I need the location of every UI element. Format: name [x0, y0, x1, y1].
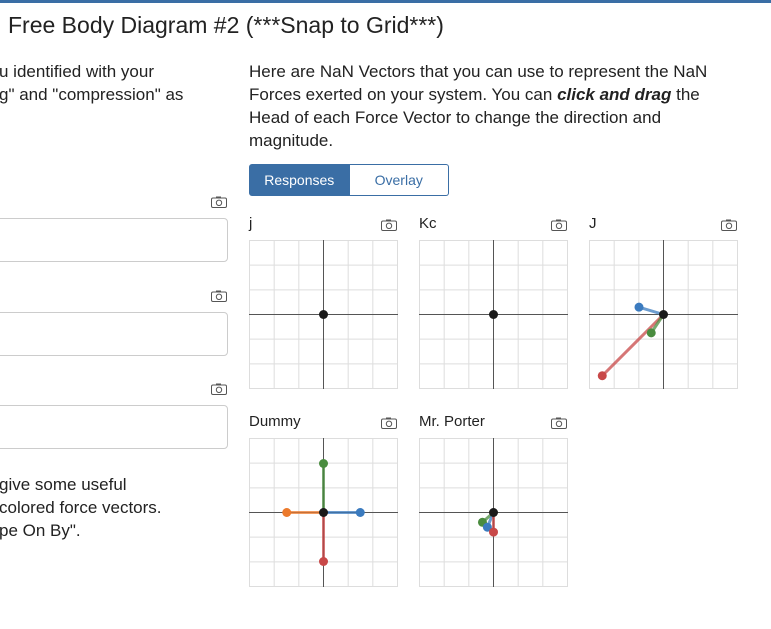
orange-vector-head[interactable] — [282, 508, 292, 517]
origin-point — [489, 508, 498, 517]
camera-icon[interactable] — [551, 417, 567, 429]
force-diagram-grid[interactable] — [419, 438, 568, 587]
bottom-left-text: give some useful colored force vectors. … — [0, 473, 162, 542]
red-force-vector — [601, 313, 665, 377]
camera-icon[interactable] — [551, 219, 567, 231]
origin-point — [489, 310, 498, 319]
answer-input-2[interactable] — [0, 312, 228, 356]
left-instructions-line-1: u identified with your — [0, 62, 154, 81]
camera-icon[interactable] — [211, 290, 227, 302]
camera-icon[interactable] — [211, 196, 227, 208]
panel-label: Dummy — [249, 413, 301, 430]
page-title: Free Body Diagram #2 (***Snap to Grid***… — [8, 12, 444, 38]
panel-label: j — [249, 215, 253, 232]
tab-responses[interactable]: Responses — [249, 164, 350, 196]
blue-vector-head[interactable] — [355, 508, 365, 517]
answer-input-1[interactable] — [0, 218, 228, 262]
blue-vector-head[interactable] — [634, 302, 644, 312]
force-diagram-grid[interactable] — [419, 240, 568, 389]
answer-input-3[interactable] — [0, 405, 228, 449]
camera-icon[interactable] — [381, 417, 397, 429]
red-vector-head[interactable] — [489, 527, 498, 537]
force-diagram-grid[interactable] — [249, 240, 398, 389]
bottom-left-line-1: give some useful — [0, 475, 127, 494]
tab-overlay[interactable]: Overlay — [349, 164, 449, 196]
green-vector-head[interactable] — [646, 328, 656, 338]
click-and-drag-emphasis: click and drag — [557, 85, 672, 104]
green-vector-head[interactable] — [319, 459, 328, 468]
force-diagram-grid[interactable] — [249, 438, 398, 587]
panel-label: Kc — [419, 215, 437, 232]
red-vector-head[interactable] — [319, 557, 328, 566]
bottom-left-line-2: colored force vectors. — [0, 498, 162, 517]
view-toggle: Responses Overlay — [249, 164, 449, 196]
origin-point — [659, 310, 668, 319]
camera-icon[interactable] — [381, 219, 397, 231]
left-instructions: u identified with your g" and "compressi… — [0, 60, 183, 106]
origin-point — [319, 310, 328, 319]
panel-label: Mr. Porter — [419, 413, 485, 430]
left-instructions-line-2: g" and "compression" as — [0, 85, 184, 104]
red-vector-head[interactable] — [597, 371, 607, 381]
bottom-left-line-3: pe On By". — [0, 521, 81, 540]
camera-icon[interactable] — [721, 219, 737, 231]
force-diagram-grid[interactable] — [589, 240, 738, 389]
top-accent-bar — [0, 0, 771, 3]
panel-label: J — [589, 215, 597, 232]
origin-point — [319, 508, 328, 517]
vector-instructions: Here are NaN Vectors that you can use to… — [249, 60, 719, 152]
camera-icon[interactable] — [211, 383, 227, 395]
